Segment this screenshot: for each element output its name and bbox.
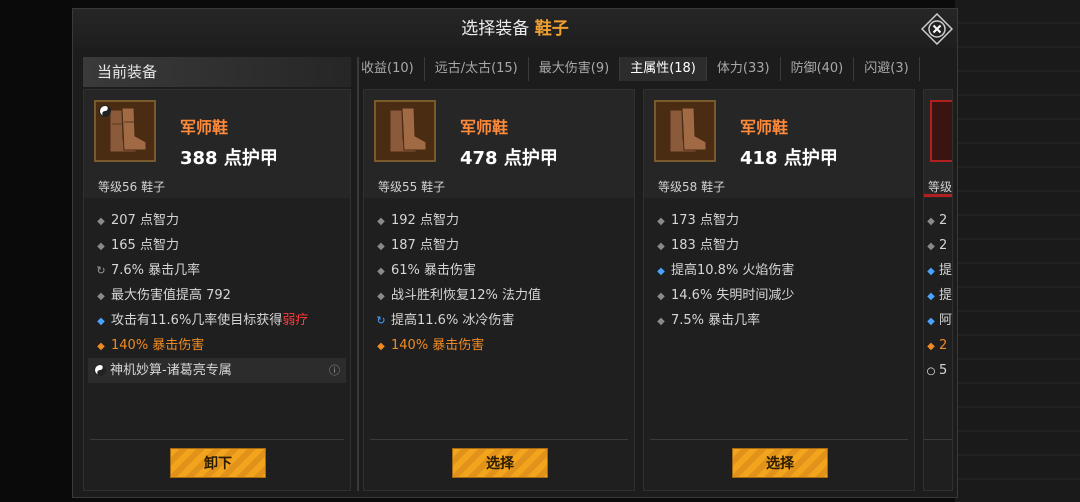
- stat-row: ◆ 战斗胜利恢复12% 法力值: [377, 288, 542, 303]
- tab-dodge[interactable]: 闪避(3): [854, 57, 920, 81]
- close-button[interactable]: [920, 12, 954, 46]
- filter-tabs: 收益(10) 远古/太古(15) 最大伤害(9) 主属性(18) 体力(33) 防御(40…: [357, 57, 953, 83]
- item-header: 等级: [924, 90, 952, 198]
- card-divider: [924, 439, 952, 440]
- stat-row: ◆ 2: [927, 238, 948, 253]
- tab-max-damage[interactable]: 最大伤害(9): [529, 57, 621, 81]
- boots-icon: [930, 100, 952, 162]
- info-icon[interactable]: ⓘ: [329, 358, 340, 383]
- stat-row: ◆ 2: [927, 213, 948, 228]
- item-name: 军师鞋: [460, 118, 509, 137]
- background-left: [0, 0, 72, 502]
- stat-row: ◆ 207 点智力: [97, 213, 179, 228]
- stat-row: ◆ 7.5% 暴击几率: [657, 313, 761, 328]
- item-header: 军师鞋 478 点护甲 等级55 鞋子: [364, 90, 634, 198]
- yin-yang-icon: [99, 105, 111, 117]
- equipment-select-dialog: 选择装备 鞋子 当前装备 收益(10) 远古/太古(15) 最大伤害(9) 主属性(1…: [72, 8, 958, 498]
- stat-row: ○ 5: [926, 363, 948, 378]
- item-level: 等级55 鞋子: [378, 180, 446, 194]
- stat-list: ◆ 173 点智力 ◆ 183 点智力 ◆ 提高10.8% 火焰伤害 ◆ 14.6% 失…: [648, 208, 910, 333]
- current-equipment-header: 当前装备: [83, 57, 351, 87]
- close-x-icon: [920, 12, 954, 46]
- tab-defense[interactable]: 防御(40): [781, 57, 855, 81]
- boots-icon[interactable]: [94, 100, 156, 162]
- card-divider: [90, 439, 344, 440]
- item-level: 等级58 鞋子: [658, 180, 726, 194]
- tab-vitality[interactable]: 体力(33): [707, 57, 781, 81]
- unequip-button[interactable]: 卸下: [170, 448, 266, 478]
- yin-yang-icon: [94, 364, 106, 376]
- equipment-option-card: 军师鞋 418 点护甲 等级58 鞋子 ◆ 173 点智力 ◆ 183 点智力 ◆ 提…: [643, 89, 915, 491]
- title-slot: 鞋子: [534, 19, 569, 39]
- title-prefix: 选择装备: [461, 19, 530, 39]
- item-name: 军师鞋: [740, 118, 789, 137]
- dialog-title: 选择装备 鞋子: [73, 9, 957, 49]
- stat-row: ◆ 173 点智力: [657, 213, 739, 228]
- rarity-bar: [924, 194, 952, 197]
- stat-row: ◆ 140% 暴击伤害: [97, 338, 205, 353]
- stat-row: ◆ 165 点智力: [97, 238, 179, 253]
- stat-list: ◆ 2 ◆ 2 ◆ 提 ◆ 提 ◆ 阿 ◆ 2 ○ 5: [924, 208, 953, 383]
- stat-row: ◆ 提: [927, 263, 953, 278]
- tab-main-attribute[interactable]: 主属性(18): [620, 57, 707, 81]
- item-level: 等级: [928, 180, 953, 194]
- stat-row: ◆ 提高10.8% 火焰伤害: [657, 263, 795, 278]
- stat-row: ◆ 攻击有11.6%几率使目标获得弱疗: [97, 313, 309, 328]
- stat-row: ◆ 187 点智力: [377, 238, 459, 253]
- stat-list: ◆ 192 点智力 ◆ 187 点智力 ◆ 61% 暴击伤害 ◆ 战斗胜利恢复12% 法…: [368, 208, 630, 358]
- stat-row: ↻ 7.6% 暴击几率: [96, 263, 201, 278]
- tab-ancient[interactable]: 远古/太古(15): [425, 57, 529, 81]
- stat-row: ◆ 140% 暴击伤害: [377, 338, 485, 353]
- select-button[interactable]: 选择: [732, 448, 828, 478]
- item-header: 军师鞋 418 点护甲 等级58 鞋子: [644, 90, 914, 198]
- tab-income[interactable]: 收益(10): [357, 57, 425, 81]
- equipment-option-card-partial[interactable]: 等级 ◆ 2 ◆ 2 ◆ 提 ◆ 提 ◆ 阿 ◆ 2 ○ 5: [923, 89, 953, 491]
- select-button[interactable]: 选择: [452, 448, 548, 478]
- set-bonus-row[interactable]: 神机妙算-诸葛亮专属 ⓘ: [88, 358, 346, 383]
- item-armor: 478 点护甲: [460, 148, 558, 169]
- stat-row: ◆ 61% 暴击伤害: [377, 263, 477, 278]
- stat-row: ◆ 阿: [927, 313, 953, 328]
- stat-row: ◆ 192 点智力: [377, 213, 459, 228]
- boots-icon[interactable]: [374, 100, 436, 162]
- item-armor: 418 点护甲: [740, 148, 838, 169]
- background-wall: [955, 0, 1080, 502]
- current-equipment-card: 军师鞋 388 点护甲 等级56 鞋子 ◆ 207 点智力 ◆ 165 点智力 ↻ 7…: [83, 89, 351, 491]
- equipment-option-card: 军师鞋 478 点护甲 等级55 鞋子 ◆ 192 点智力 ◆ 187 点智力 ◆ 6…: [363, 89, 635, 491]
- card-divider: [370, 439, 628, 440]
- panel-separator: [357, 57, 359, 491]
- boots-icon[interactable]: [654, 100, 716, 162]
- stat-row: ◆ 最大伤害值提高 792: [97, 288, 231, 303]
- stat-row: ◆ 183 点智力: [657, 238, 739, 253]
- item-name: 军师鞋: [180, 118, 229, 137]
- stat-row: ◆ 提: [927, 288, 953, 303]
- card-divider: [650, 439, 908, 440]
- item-level: 等级56 鞋子: [98, 180, 166, 194]
- item-armor: 388 点护甲: [180, 148, 278, 169]
- stat-row: ↻ 提高11.6% 冰冷伤害: [376, 313, 515, 328]
- stat-list: ◆ 207 点智力 ◆ 165 点智力 ↻ 7.6% 暴击几率 ◆ 最大伤害值提高 79…: [88, 208, 346, 383]
- stat-row: ◆ 2: [927, 338, 948, 353]
- item-header: 军师鞋 388 点护甲 等级56 鞋子: [84, 90, 350, 198]
- stat-row: ◆ 14.6% 失明时间减少: [657, 288, 795, 303]
